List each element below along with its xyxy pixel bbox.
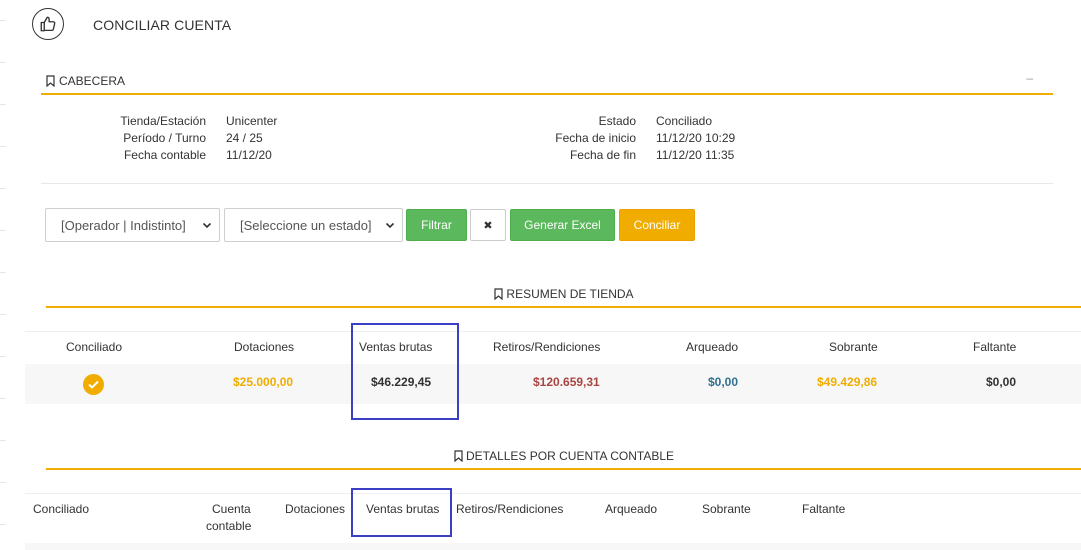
col-header-faltante: Faltante <box>973 340 1017 354</box>
value-retiros: $120.659,31 <box>533 375 600 389</box>
col-header-sobrante: Sobrante <box>702 502 751 516</box>
chevron-down-icon <box>385 222 395 229</box>
field-label-estado: Estado <box>598 114 636 128</box>
detalles-section-header: DETALLES POR CUENTA CONTABLE <box>46 448 1081 470</box>
field-value-estado: Conciliado <box>656 114 713 128</box>
highlight-box-ventas-detalles <box>351 488 452 537</box>
col-header-faltante: Faltante <box>802 502 846 516</box>
bookmark-icon <box>46 75 55 87</box>
value-arqueado: $0,00 <box>708 375 739 389</box>
value-dotaciones: $25.000,00 <box>233 375 294 389</box>
resumen-table-header: Conciliado Dotaciones Ventas brutas Reti… <box>25 340 1081 360</box>
generate-excel-button[interactable]: Generar Excel <box>510 209 615 241</box>
cabecera-label: CABECERA <box>45 74 125 88</box>
cabecera-title: CABECERA <box>59 74 126 88</box>
detalles-table-header: Conciliado Cuenta contable Dotaciones Ve… <box>25 502 1081 542</box>
minimize-button[interactable]: – <box>1026 71 1033 85</box>
resumen-section-header: RESUMEN DE TIENDA <box>46 286 1081 308</box>
col-header-sobrante: Sobrante <box>829 340 878 354</box>
resumen-label: RESUMEN DE TIENDA <box>46 287 1081 301</box>
thumbs-up-icon <box>32 8 64 40</box>
col-header-arqueado: Arqueado <box>686 340 739 354</box>
detalles-title: DETALLES POR CUENTA CONTABLE <box>465 449 675 463</box>
check-circle-icon <box>83 374 104 395</box>
bookmark-icon <box>494 288 504 300</box>
field-value-fecha-fin: 11/12/20 11:35 <box>656 148 735 162</box>
highlight-box-ventas-resumen <box>351 323 459 420</box>
col-header-arqueado: Arqueado <box>605 502 658 516</box>
filter-button[interactable]: Filtrar <box>406 209 467 241</box>
value-sobrante: $49.429,86 <box>817 375 878 389</box>
col-header-conciliado: Conciliado <box>33 502 90 516</box>
operator-select[interactable]: [Operador | Indistinto] <box>45 208 220 242</box>
state-select-value: [Seleccione un estado] <box>240 217 372 233</box>
col-header-retiros: Retiros/Rendiciones <box>493 340 601 354</box>
field-value-fecha-inicio: 11/12/20 10:29 <box>656 131 736 145</box>
col-header-retiros: Retiros/Rendiciones <box>456 502 564 516</box>
reconcile-button[interactable]: Conciliar <box>619 209 695 241</box>
bookmark-icon <box>454 450 463 462</box>
col-header-dotaciones: Dotaciones <box>285 502 346 516</box>
cabecera-right-fields: Estado Conciliado Fecha de inicio 11/12/… <box>0 113 1081 173</box>
field-label-fecha-fin: Fecha de fin <box>569 148 636 162</box>
field-label-fecha-inicio: Fecha de inicio <box>555 131 636 145</box>
left-edge-rule <box>0 0 14 550</box>
value-faltante: $0,00 <box>986 375 1017 389</box>
divider <box>41 183 1053 184</box>
col-header-dotaciones: Dotaciones <box>234 340 295 354</box>
table-divider <box>25 493 1081 494</box>
operator-select-value: [Operador | Indistinto] <box>61 217 186 233</box>
page-title: CONCILIAR CUENTA <box>93 17 232 33</box>
col-header-conciliado: Conciliado <box>66 340 123 354</box>
col-header-cuenta: Cuenta <box>212 502 251 516</box>
table-row <box>25 543 1081 550</box>
state-select[interactable]: [Seleccione un estado] <box>224 208 403 242</box>
cabecera-section-header: CABECERA – <box>41 71 1053 95</box>
resumen-title: RESUMEN DE TIENDA <box>506 287 634 301</box>
clear-filter-button[interactable]: ✖ <box>470 209 506 241</box>
col-header-cuenta-contable: contable <box>206 519 252 533</box>
chevron-down-icon <box>202 222 212 229</box>
detalles-label: DETALLES POR CUENTA CONTABLE <box>46 449 1081 463</box>
table-row: $25.000,00 $46.229,45 $120.659,31 $0,00 … <box>25 364 1081 404</box>
table-divider <box>25 331 1081 332</box>
